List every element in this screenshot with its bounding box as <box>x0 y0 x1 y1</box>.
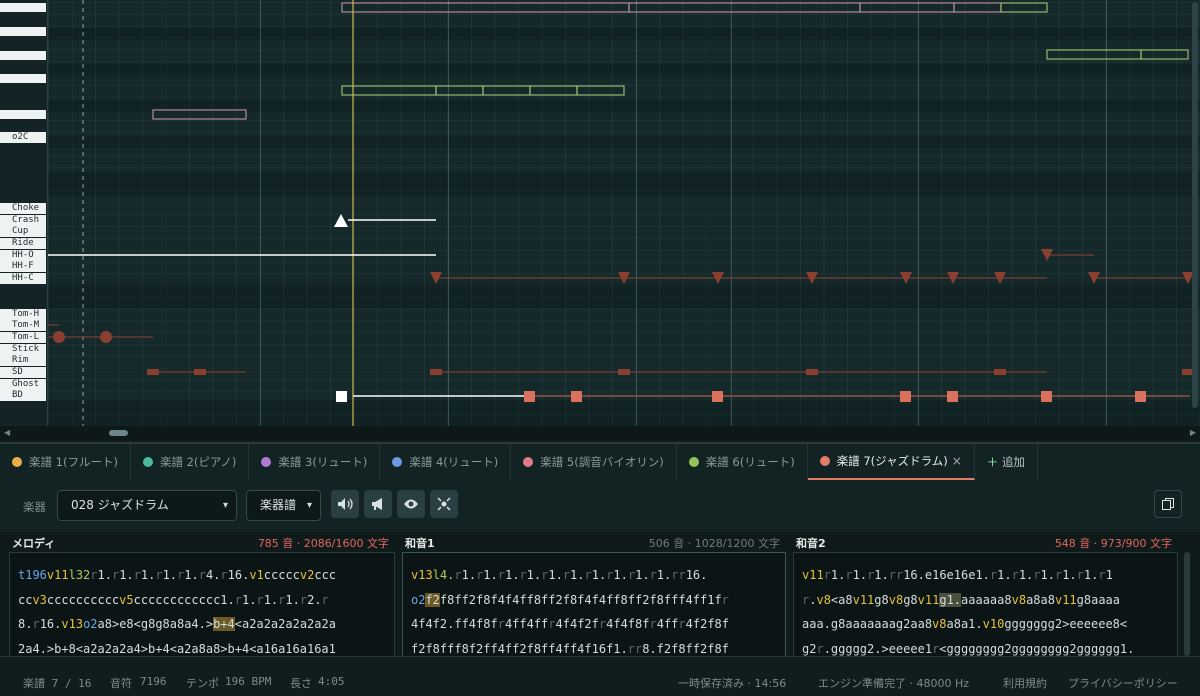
pane-stats: 548 音 · 973/900 文字 <box>1054 537 1172 550</box>
scroll-thumb[interactable] <box>109 430 128 436</box>
track-color-dot <box>819 456 830 466</box>
pane-title: 和音1 <box>405 537 435 550</box>
notes-label: 音符 <box>110 677 132 690</box>
piano-roll[interactable]: o2C Choke Crash Cup Ride HH-O HH-F HH-C … <box>0 0 1200 440</box>
tab-score-2[interactable]: 楽譜 2(ピアノ) <box>131 444 250 480</box>
score-index: 楽譜 7 / 16 <box>23 677 92 690</box>
pane-title: 和音2 <box>796 537 826 550</box>
volume-button[interactable] <box>331 490 359 518</box>
megaphone-icon <box>372 498 382 510</box>
copy-icon <box>1162 498 1174 510</box>
length-label: 長さ <box>290 677 312 690</box>
privacy-link[interactable]: プライバシーポリシー <box>1068 675 1178 691</box>
hh-closed-hits <box>430 249 1194 284</box>
pane-scrollbar[interactable] <box>1184 552 1190 656</box>
focus-icon <box>437 497 451 511</box>
notes-count: 7196 <box>140 675 167 688</box>
track-color-dot <box>261 457 272 467</box>
vertical-scrollbar[interactable] <box>1190 0 1200 426</box>
tab-score-1[interactable]: 楽譜 1(フルート) <box>0 444 131 480</box>
score-toolbar: 楽器 028 ジャズドラム ▾ 楽器譜 ▾ <box>0 480 1200 532</box>
chord1-editor[interactable]: v13l4.r1.r1.r1.r1.r1.r1.r1.r1.r1.r1.rr16… <box>402 552 786 656</box>
track-color-dot <box>142 457 153 467</box>
score-tabs: 楽譜 1(フルート) 楽譜 2(ピアノ) 楽譜 3(リュート) 楽譜 4(リュー… <box>0 442 1200 480</box>
tab-score-6[interactable]: 楽譜 6(リュート) <box>677 444 808 480</box>
track-color-dot <box>392 457 403 467</box>
chord1-pane: 和音1 506 音 · 1028/1200 文字 v13l4.r1.r1.r1.… <box>402 532 786 656</box>
selected-notes <box>48 214 436 402</box>
track-color-dot <box>688 457 699 467</box>
tab-score-7[interactable]: 楽譜 7(ジャズドラム) × <box>807 444 975 480</box>
scroll-right-icon[interactable]: ▶ <box>1190 428 1196 437</box>
pane-title: メロディ <box>12 537 56 550</box>
chevron-down-icon: ▾ <box>306 500 312 511</box>
track-color-dot <box>523 457 534 467</box>
announce-button[interactable] <box>364 490 392 518</box>
tab-score-4[interactable]: 楽譜 4(リュート) <box>380 444 512 480</box>
tempo-label: テンポ <box>186 677 219 690</box>
other-track-notes <box>152 2 1002 120</box>
pane-stats: 785 音 · 2086/1600 文字 <box>257 537 389 550</box>
tab-score-5[interactable]: 楽譜 5(調音バイオリン) <box>511 444 677 480</box>
mode-select[interactable]: 楽器譜 ▾ <box>246 490 321 521</box>
close-tab-icon[interactable]: × <box>952 454 962 468</box>
melody-pane: メロディ 785 音 · 2086/1600 文字 t196v11l32r1.r… <box>9 532 395 656</box>
track-color-dot <box>12 457 22 467</box>
note-layer[interactable] <box>0 0 1200 426</box>
solo-button[interactable] <box>430 490 458 518</box>
chord2-pane: 和音2 548 音 · 973/900 文字 v11r1.r1.r1.rr16.… <box>793 532 1190 656</box>
visibility-button[interactable] <box>397 490 425 518</box>
speaker-icon <box>338 498 353 510</box>
instrument-label: 楽器 <box>23 500 46 514</box>
length-value: 4:05 <box>318 675 345 688</box>
other-track-notes-green <box>341 2 1189 96</box>
scroll-thumb[interactable] <box>1192 2 1198 408</box>
chevron-down-icon: ▾ <box>222 500 228 511</box>
pane-stats: 506 音 · 1028/1200 文字 <box>648 537 780 550</box>
terms-link[interactable]: 利用規約 <box>1003 675 1047 691</box>
scroll-left-icon[interactable]: ◀ <box>4 428 10 437</box>
add-tab-button[interactable]: ＋ 追加 <box>975 444 1038 480</box>
tab-score-3[interactable]: 楽譜 3(リュート) <box>249 444 381 480</box>
tempo-value: 196 BPM <box>225 675 272 688</box>
engine-status: エンジン準備完了 · 48000 Hz <box>818 677 970 690</box>
copy-button[interactable] <box>1154 490 1182 518</box>
status-bar: 楽譜 7 / 16 音符 7196 テンポ 196 BPM 長さ 4:05 一時… <box>0 656 1200 696</box>
horizontal-scrollbar[interactable]: ◀ ▶ <box>0 426 1200 440</box>
autosave-status: 一時保存済み · 14:56 <box>678 677 787 690</box>
melody-editor[interactable]: t196v11l32r1.r1.r1.r1.r1.r4.r16.v1cccccv… <box>9 552 395 656</box>
chord2-editor[interactable]: v11r1.r1.r1.rr16.e16e16e1.r1.r1.r1.r1.r1… <box>793 552 1178 656</box>
instrument-select[interactable]: 028 ジャズドラム ▾ <box>57 490 237 521</box>
eye-icon <box>404 499 418 509</box>
